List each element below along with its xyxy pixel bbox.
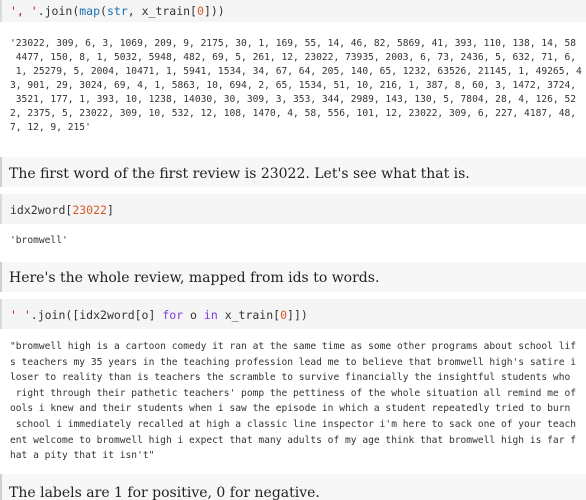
code-token: 0 bbox=[280, 308, 288, 322]
code-token: ', ' bbox=[10, 4, 38, 18]
output-line: school i immediately recalled at high a … bbox=[10, 418, 577, 430]
output-line: loser to reality than is teachers the sc… bbox=[10, 372, 571, 384]
markdown-text: The first word of the first review is 23… bbox=[9, 166, 470, 182]
code-cell-idx2word-lookup[interactable]: idx2word[23022] bbox=[0, 194, 586, 224]
output-line: hat a pity that it isn't" bbox=[10, 450, 155, 462]
output-id-list: '23022, 309, 6, 3, 1069, 209, 9, 2175, 3… bbox=[0, 37, 586, 149]
output-line: ent welcome to bromwell high i expect th… bbox=[10, 434, 577, 446]
markdown-cell-whole-review[interactable]: Here's the whole review, mapped from ids… bbox=[0, 262, 586, 292]
code-token: ])) bbox=[203, 4, 225, 18]
code-token: , x_train[ bbox=[127, 4, 197, 18]
code-token: x_train[ bbox=[217, 308, 281, 322]
code-token: 23022 bbox=[72, 203, 107, 217]
output-line: 3521, 177, 1, 393, 10, 1238, 14030, 30, … bbox=[10, 94, 577, 105]
code-token: .join( bbox=[37, 4, 80, 18]
output-line: 3, 901, 29, 3024, 69, 4, 1, 5863, 10, 69… bbox=[10, 80, 577, 91]
code-cell-join-map[interactable]: ', '.join(map(str, x_train[0])) bbox=[0, 0, 586, 22]
markdown-cell-labels[interactable]: The labels are 1 for positive, 0 for neg… bbox=[0, 474, 586, 500]
code-token: idx2word[ bbox=[10, 203, 73, 217]
code-token: ] bbox=[106, 203, 114, 217]
output-line: 2, 2375, 5, 23022, 309, 10, 532, 12, 108… bbox=[10, 108, 577, 119]
markdown-text: The labels are 1 for positive, 0 for neg… bbox=[9, 485, 320, 500]
output-line: s teachers my 35 years in the teaching p… bbox=[10, 356, 577, 368]
output-line: 4477, 150, 8, 1, 5032, 5948, 482, 69, 5,… bbox=[10, 52, 577, 63]
markdown-cell-first-word[interactable]: The first word of the first review is 23… bbox=[0, 157, 586, 187]
code-token: .join([idx2word[o] bbox=[30, 308, 163, 322]
code-token: o bbox=[183, 308, 204, 322]
output-line: ools i knew and their students when i sa… bbox=[10, 403, 571, 415]
output-line: 'bromwell' bbox=[10, 235, 68, 246]
output-line: '23022, 309, 6, 3, 1069, 209, 9, 2175, 3… bbox=[10, 38, 577, 49]
code-token: in bbox=[203, 308, 218, 322]
code-token: ( bbox=[100, 4, 107, 18]
markdown-text: Here's the whole review, mapped from ids… bbox=[9, 270, 380, 286]
code-token: 0 bbox=[197, 4, 204, 18]
code-cell-join-review[interactable]: ' '.join([idx2word[o] for o in x_train[0… bbox=[0, 299, 586, 329]
code-token: ]]) bbox=[287, 308, 308, 322]
code-token: ' ' bbox=[10, 308, 31, 322]
code-token: for bbox=[162, 308, 184, 322]
output-review-text: "bromwell high is a cartoon comedy it ra… bbox=[0, 339, 586, 465]
output-line: right through their pathetic teachers' p… bbox=[10, 387, 577, 399]
output-word: 'bromwell' bbox=[0, 234, 586, 250]
code-token: map bbox=[79, 4, 101, 18]
code-token: str bbox=[106, 4, 128, 18]
output-line: "bromwell high is a cartoon comedy it ra… bbox=[10, 341, 577, 352]
output-line: 1, 25279, 5, 2004, 10471, 1, 5941, 1534,… bbox=[10, 66, 582, 77]
output-line: 7, 12, 9, 215' bbox=[10, 122, 91, 133]
